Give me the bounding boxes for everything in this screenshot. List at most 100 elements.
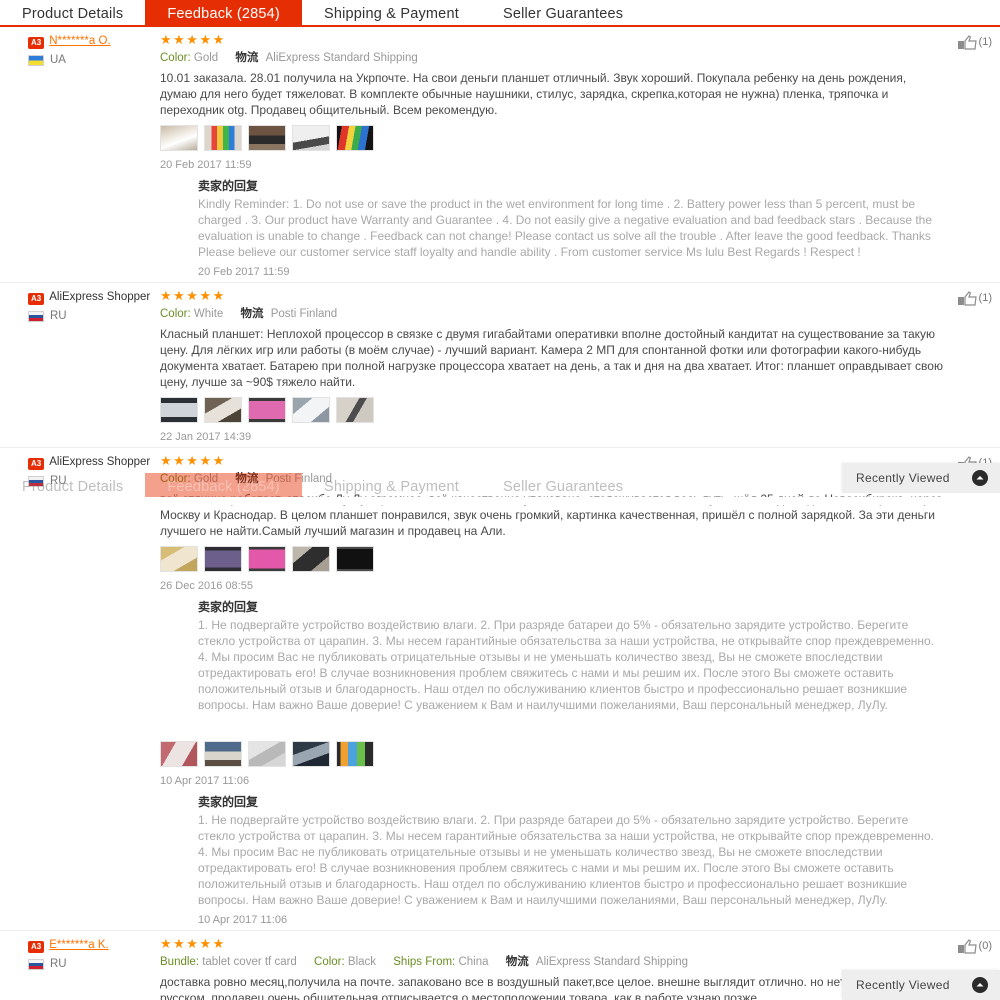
attr-key: Color:	[314, 956, 345, 968]
reviewer-info	[0, 727, 160, 926]
review-text: всё отлично работает. спасибо Лу Лу огро…	[160, 492, 942, 538]
a3-badge-icon: A3	[28, 941, 45, 953]
a3-badge-icon: A3	[28, 293, 45, 305]
seller-reply: 卖家的回复 1. Не подвергайте устройство возде…	[160, 794, 945, 926]
review-thumbnails	[160, 397, 945, 423]
attr-key: Ships From:	[393, 956, 456, 968]
thumbs-up-icon	[957, 35, 977, 50]
reviewer-username[interactable]: AliExpress Shopper	[49, 456, 150, 469]
review-thumbnails	[160, 125, 945, 151]
helpful-button[interactable]: (1)	[957, 35, 992, 51]
tab-feedback[interactable]: Feedback (2854)	[145, 0, 302, 27]
seller-reply-date: 20 Feb 2017 11:59	[198, 266, 290, 278]
a3-badge-icon: A3	[28, 37, 45, 49]
attr-key: Color:	[160, 308, 191, 320]
recently-viewed-widget[interactable]: Recently Viewed	[842, 463, 1000, 493]
recently-viewed-widget[interactable]: Recently Viewed	[842, 970, 1000, 1000]
review-thumbnail[interactable]	[160, 546, 198, 572]
seller-reply-title: 卖家的回复	[198, 795, 259, 809]
logistics-value: AliExpress Standard Shipping	[265, 52, 418, 64]
review-attributes: Color: White 物流 Posti Finland	[160, 306, 945, 322]
review-thumbnail[interactable]	[248, 546, 286, 572]
review-thumbnail[interactable]	[248, 125, 286, 151]
tab-shipping-payment[interactable]: Shipping & Payment	[302, 0, 481, 27]
chevron-up-circle-icon[interactable]	[972, 977, 988, 993]
review-body: (1) ★★★★★ Color: White 物流 Posti Finland …	[160, 289, 1000, 443]
review-text: 10.01 заказала. 28.01 получила на Укрпоч…	[160, 71, 907, 117]
review-thumbnail[interactable]	[336, 125, 374, 151]
country-flag-icon	[28, 475, 44, 487]
attr-value: Black	[347, 956, 377, 968]
seller-reply: 卖家的回复 1. Не подвергайте устройство возде…	[160, 599, 945, 713]
reviewer-info: A3 AliExpress Shopper RU	[0, 289, 160, 443]
country-flag-icon	[28, 310, 44, 322]
review-thumbnail[interactable]	[160, 397, 198, 423]
review-thumbnail[interactable]	[160, 125, 198, 151]
star-rating: ★★★★★	[160, 936, 226, 951]
logistics-label: 物流	[240, 308, 264, 320]
country-code: RU	[50, 310, 67, 322]
review-body: (1) ★★★★★ Color: Gold 物流 AliExpress Stan…	[160, 33, 1000, 278]
review-thumbnail[interactable]	[248, 741, 286, 767]
review-thumbnail[interactable]	[336, 741, 374, 767]
review-thumbnails	[160, 546, 945, 572]
logistics-label: 物流	[235, 473, 259, 485]
recently-viewed-label: Recently Viewed	[856, 978, 950, 992]
attr-value: Gold	[193, 473, 219, 485]
country-flag-icon	[28, 54, 44, 66]
reviewer-username[interactable]: E*******a K.	[49, 939, 108, 952]
attr-value: tablet cover tf card	[202, 956, 297, 968]
seller-reply-title: 卖家的回复	[198, 179, 259, 193]
reviewer-info: A3 E*******a K. RU	[0, 937, 160, 1000]
logistics-label: 物流	[235, 52, 259, 64]
seller-reply-title: 卖家的回复	[198, 600, 259, 614]
seller-reply-date: 10 Apr 2017 11:06	[198, 914, 288, 926]
country-code: RU	[50, 475, 67, 487]
review-attributes: Bundle: tablet cover tf card Color: Blac…	[160, 954, 945, 970]
review-thumbnail[interactable]	[292, 397, 330, 423]
star-rating: ★★★★★	[160, 453, 226, 468]
helpful-button[interactable]: (1)	[957, 291, 992, 307]
review-thumbnail[interactable]	[292, 546, 330, 572]
reviewer-info: A3 AliExpress Shopper RU	[0, 454, 160, 713]
reviewer-username[interactable]: N*******a O.	[49, 35, 110, 48]
seller-reply-text: Kindly Reminder: 1. Do not use or save t…	[198, 197, 933, 259]
reviewer-username[interactable]: AliExpress Shopper	[49, 291, 150, 304]
helpful-button[interactable]: (0)	[957, 939, 992, 955]
review-thumbnail[interactable]	[336, 397, 374, 423]
review-thumbnail[interactable]	[204, 397, 242, 423]
review-text: доставка ровно месяц,получила на почте. …	[160, 975, 929, 1000]
attr-key: Bundle:	[160, 956, 200, 968]
reviewer-info: A3 N*******a O. UA	[0, 33, 160, 278]
attr-value: China	[458, 956, 489, 968]
review-thumbnail[interactable]	[160, 741, 198, 767]
review-thumbnail[interactable]	[204, 125, 242, 151]
tab-product-details[interactable]: Product Details	[0, 0, 145, 27]
tab-seller-guarantees[interactable]: Seller Guarantees	[481, 0, 645, 27]
seller-reply-text: 1. Не подвергайте устройство воздействию…	[198, 813, 935, 907]
review-attributes: Color: Gold 物流 AliExpress Standard Shipp…	[160, 50, 945, 66]
review-date: 22 Jan 2017 14:39	[160, 431, 252, 443]
review-thumbnail[interactable]	[292, 741, 330, 767]
country-code: RU	[50, 958, 67, 970]
review-thumbnails	[160, 741, 945, 767]
logistics-label: 物流	[505, 956, 529, 968]
logistics-value: Posti Finland	[270, 308, 338, 320]
review-attributes: Color: Gold 物流 Posti Finland	[160, 471, 945, 487]
recently-viewed-label: Recently Viewed	[856, 471, 950, 485]
review-thumbnail[interactable]	[248, 397, 286, 423]
review-thumbnail[interactable]	[204, 546, 242, 572]
chevron-up-circle-icon[interactable]	[972, 470, 988, 486]
logistics-value: Posti Finland	[265, 473, 333, 485]
review-item: 10 Apr 2017 11:06 卖家的回复 1. Не подвергайт…	[0, 717, 1000, 930]
seller-reply: 卖家的回复 Kindly Reminder: 1. Do not use or …	[160, 178, 945, 278]
review-thumbnail[interactable]	[336, 546, 374, 572]
review-text: Класный планшет: Неплохой процессор в св…	[160, 327, 943, 389]
review-thumbnail[interactable]	[292, 125, 330, 151]
attr-key: Color:	[160, 473, 191, 485]
country-code: UA	[50, 54, 66, 66]
review-thumbnail[interactable]	[204, 741, 242, 767]
review-item: A3 N*******a O. UA (1) ★★★★★ Color: Gold…	[0, 27, 1000, 282]
product-tab-bar: Product Details Feedback (2854) Shipping…	[0, 0, 1000, 27]
star-rating: ★★★★★	[160, 32, 226, 47]
